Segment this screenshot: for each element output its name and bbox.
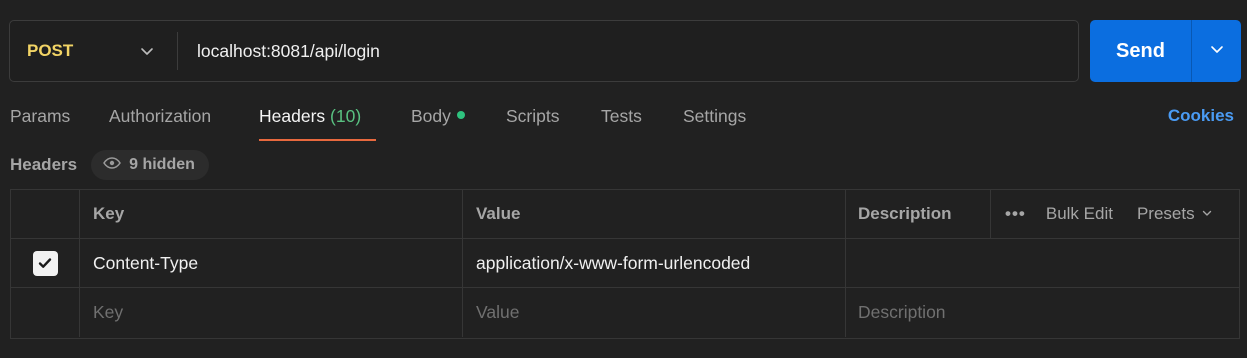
table-row-new: Key Value Description [11,288,1239,337]
headers-table: Key Value Description ••• Bulk Edit Pres… [10,189,1240,339]
tab-authorization[interactable]: Authorization [109,106,211,127]
tab-body[interactable]: Body [411,106,465,127]
header-key-cell[interactable]: Content-Type [80,239,463,287]
cookies-link[interactable]: Cookies [1168,106,1234,126]
chevron-down-icon [1209,41,1225,62]
url-input[interactable] [178,21,1078,81]
chevron-down-icon [139,43,155,64]
table-row: Content-Type application/x-www-form-urle… [11,239,1239,288]
tab-body-label: Body [411,106,451,126]
new-description-input[interactable]: Description [846,288,1240,337]
request-url-bar: POST [9,20,1079,82]
check-icon [38,258,52,268]
new-key-input[interactable]: Key [80,288,463,337]
request-tabs: Params Authorization Headers (10) Body S… [0,96,1247,141]
row-enabled-checkbox[interactable] [32,250,58,276]
tab-params[interactable]: Params [10,106,70,127]
method-selector[interactable]: POST [10,21,177,81]
tab-tests[interactable]: Tests [601,106,642,127]
header-description-cell[interactable] [846,239,1240,287]
active-tab-indicator [259,139,376,141]
bulk-edit-button[interactable]: Bulk Edit [1046,204,1113,224]
tab-scripts[interactable]: Scripts [506,106,559,127]
headers-section-header: Headers 9 hidden [10,150,209,180]
row-checkbox-cell [11,239,80,287]
value-column-header: Value [463,190,846,238]
send-button-group: Send [1090,20,1241,82]
checkbox-column-header [11,190,80,238]
headers-title: Headers [10,155,78,174]
presets-dropdown[interactable]: Presets [1137,204,1213,224]
body-status-dot [456,111,465,120]
header-value-cell[interactable]: application/x-www-form-urlencoded [463,239,846,287]
tab-headers[interactable]: Headers (10) [259,106,361,127]
eye-icon [103,156,122,174]
table-actions: ••• Bulk Edit Presets [991,190,1240,238]
description-column-header: Description [846,190,991,238]
method-label: POST [27,41,74,60]
tab-settings[interactable]: Settings [683,106,746,127]
key-column-header: Key [80,190,463,238]
tab-headers-label: Headers [259,106,326,126]
hidden-headers-toggle[interactable]: 9 hidden [91,150,209,180]
send-options-button[interactable] [1192,20,1241,82]
hidden-headers-label: 9 hidden [129,156,195,173]
more-options-icon[interactable]: ••• [1005,204,1026,224]
headers-count: (10) [330,106,362,126]
table-header-row: Key Value Description ••• Bulk Edit Pres… [11,190,1239,239]
presets-label: Presets [1136,204,1195,223]
new-row-checkbox-cell [11,288,80,337]
chevron-down-icon [1201,204,1213,224]
send-button[interactable]: Send [1090,20,1191,82]
new-value-input[interactable]: Value [463,288,846,337]
